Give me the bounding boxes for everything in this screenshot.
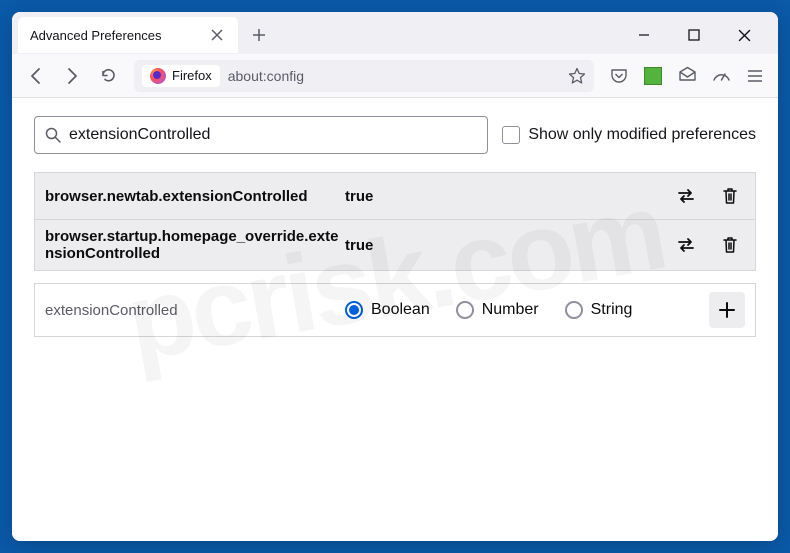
toggle-button[interactable]: [671, 230, 701, 260]
pref-name: browser.newtab.extensionControlled: [45, 188, 345, 205]
add-pref-table: extensionControlled Boolean Number Strin…: [34, 283, 756, 337]
pref-row: browser.newtab.extensionControlled true: [35, 173, 755, 220]
browser-window: Advanced Preferences: [12, 12, 778, 541]
radio-icon: [456, 301, 474, 319]
search-row: Show only modified preferences: [34, 116, 756, 154]
radio-label: String: [591, 301, 633, 319]
show-modified-checkbox[interactable]: Show only modified preferences: [502, 126, 756, 144]
menu-button[interactable]: [740, 61, 770, 91]
checkbox-icon: [502, 126, 520, 144]
search-input[interactable]: [69, 126, 477, 144]
pocket-icon[interactable]: [604, 61, 634, 91]
forward-button[interactable]: [56, 60, 88, 92]
add-pref-name: extensionControlled: [45, 302, 345, 319]
pref-name: browser.startup.homepage_override.extens…: [45, 228, 345, 262]
delete-button[interactable]: [715, 230, 745, 260]
identity-box[interactable]: Firefox: [142, 65, 220, 87]
bookmark-star-icon[interactable]: [568, 67, 586, 85]
pref-value: true: [345, 188, 671, 205]
close-window-button[interactable]: [730, 21, 758, 49]
firefox-logo-icon: [150, 68, 166, 84]
pref-actions: [671, 181, 745, 211]
url-text: about:config: [228, 68, 560, 84]
new-tab-button[interactable]: [244, 20, 274, 50]
back-button[interactable]: [20, 60, 52, 92]
add-button[interactable]: [709, 292, 745, 328]
tab-title: Advanced Preferences: [30, 28, 162, 43]
pref-actions: [671, 230, 745, 260]
window-controls: [630, 21, 772, 49]
address-bar[interactable]: Firefox about:config: [134, 60, 594, 92]
radio-number[interactable]: Number: [456, 301, 539, 319]
toggle-button[interactable]: [671, 181, 701, 211]
identity-label: Firefox: [172, 68, 212, 83]
radio-string[interactable]: String: [565, 301, 633, 319]
extension-icon[interactable]: [638, 61, 668, 91]
radio-icon: [565, 301, 583, 319]
minimize-button[interactable]: [630, 21, 658, 49]
delete-button[interactable]: [715, 181, 745, 211]
pref-row: browser.startup.homepage_override.extens…: [35, 220, 755, 270]
tab-bar: Advanced Preferences: [12, 12, 778, 54]
speed-icon[interactable]: [706, 61, 736, 91]
add-pref-row: extensionControlled Boolean Number Strin…: [35, 284, 755, 336]
config-content: Show only modified preferences browser.n…: [12, 98, 778, 541]
nav-toolbar: Firefox about:config: [12, 54, 778, 98]
radio-boolean[interactable]: Boolean: [345, 301, 430, 319]
maximize-button[interactable]: [680, 21, 708, 49]
search-icon: [45, 127, 61, 143]
close-icon[interactable]: [208, 26, 226, 44]
tab-advanced-preferences[interactable]: Advanced Preferences: [18, 17, 238, 53]
reload-button[interactable]: [92, 60, 124, 92]
radio-icon: [345, 301, 363, 319]
pref-value: true: [345, 237, 671, 254]
search-box[interactable]: [34, 116, 488, 154]
prefs-table: browser.newtab.extensionControlled true …: [34, 172, 756, 271]
mail-icon[interactable]: [672, 61, 702, 91]
type-radios: Boolean Number String: [345, 301, 709, 319]
checkbox-label: Show only modified preferences: [528, 126, 756, 144]
radio-label: Boolean: [371, 301, 430, 319]
radio-label: Number: [482, 301, 539, 319]
